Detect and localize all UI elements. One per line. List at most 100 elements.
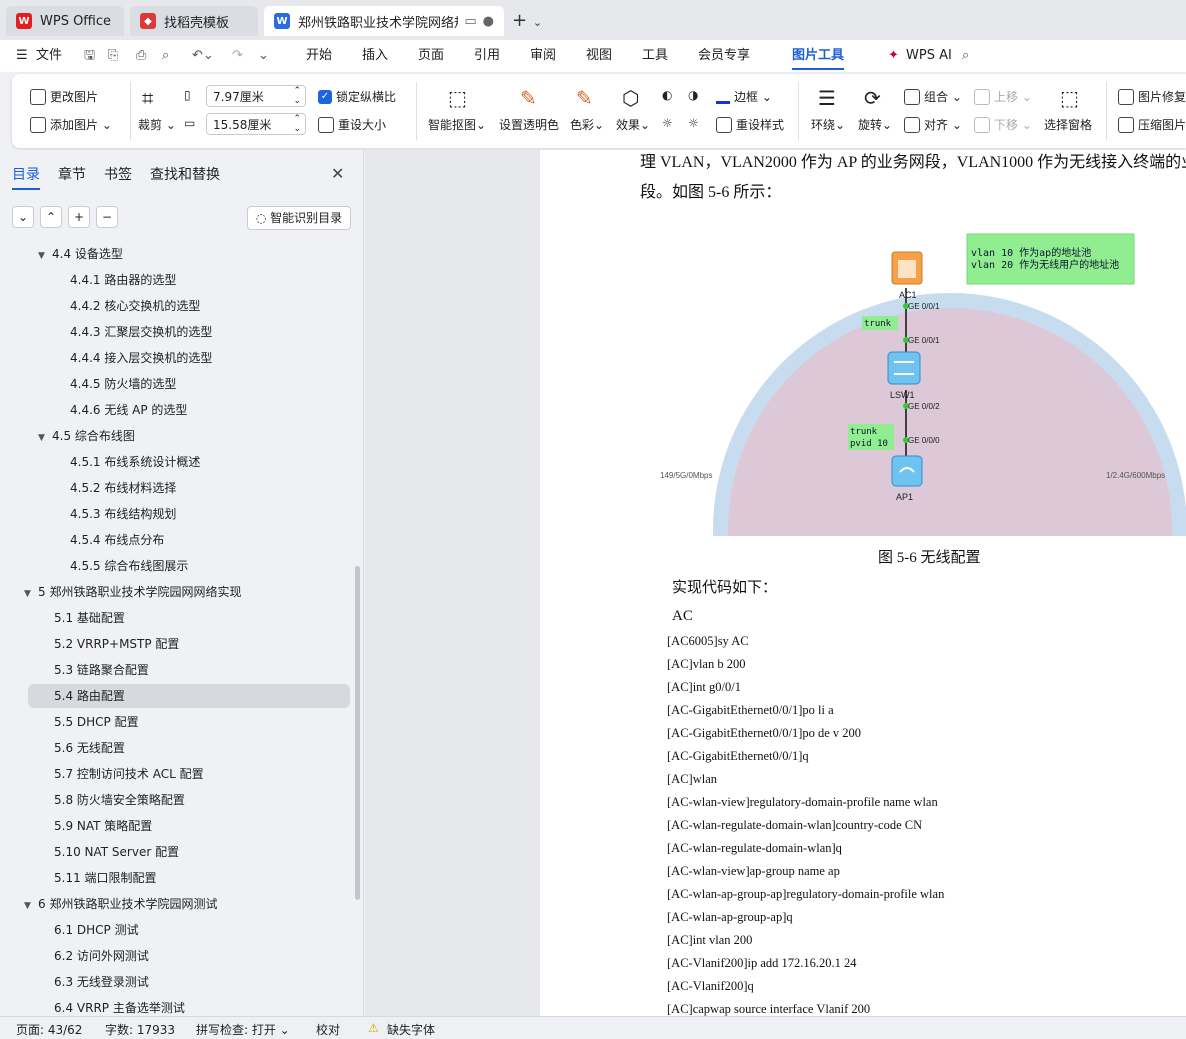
undo-icon[interactable]: ↶⌄ [192,40,214,72]
rotate-button[interactable]: 旋转 ⌄ [858,116,892,133]
change-picture-button[interactable]: 更改图片 [30,88,98,105]
toc-item[interactable]: 5.9 NAT 策略配置 [54,814,152,838]
save-icon[interactable]: 🖫 [84,40,95,72]
page-count[interactable]: 页面: 43/62 [16,1021,82,1038]
toc-item[interactable]: 5.11 端口限制配置 [54,866,157,890]
close-icon[interactable]: ✕ [331,164,344,183]
collapse-chevron-icon[interactable]: ⌄ [12,206,34,228]
menu-reference[interactable]: 引用 [474,40,500,72]
crop-icon[interactable]: ⌗ [142,86,153,110]
sharpen-icon[interactable]: ☼ [662,116,673,130]
toc-item[interactable]: ▼ 5 郑州铁路职业技术学院园网网络实现 [24,580,241,604]
wireless-topology-figure[interactable]: vlan 10 作为ap的地址池 vlan 20 作为无线用户的地址池 AC1 … [650,230,1186,536]
menu-home[interactable]: 开始 [306,40,332,72]
menu-review[interactable]: 审阅 [530,40,556,72]
height-stepper-icon[interactable]: ⌃ ⌄ [293,114,301,134]
reset-size-button[interactable]: 重设大小 [318,116,386,133]
toc-item[interactable]: 5.1 基础配置 [54,606,125,630]
toc-item[interactable]: 6.2 访问外网测试 [54,944,149,968]
redo-icon[interactable]: ↷ [232,40,243,72]
tab-bookmarks[interactable]: 书签 [104,164,132,190]
expand-chevron-icon[interactable]: ⌃ [40,206,62,228]
toc-item[interactable]: 4.4.4 接入层交换机的选型 [70,346,212,370]
toc-item[interactable]: 4.5.5 综合布线图展示 [70,554,188,578]
tab-chapters[interactable]: 章节 [58,164,86,190]
toc-scrollbar[interactable] [355,566,360,900]
tab-wps-office[interactable]: W WPS Office [6,6,124,36]
toc-item[interactable]: 6.4 VRRP 主备选举测试 [54,996,185,1016]
toc-item[interactable]: 5.4 路由配置 [28,684,350,708]
add-heading-icon[interactable]: + [68,206,90,228]
align-button[interactable]: 对齐 ⌄ [904,116,962,133]
menu-icon[interactable]: ☰ [16,40,28,72]
toc-item[interactable]: 5.8 防火墙安全策略配置 [54,788,185,812]
print-icon[interactable]: ⎙ [136,40,146,72]
effect-button[interactable]: 效果 ⌄ [616,116,650,133]
toc-item[interactable]: 4.5.4 布线点分布 [70,528,164,552]
width-field[interactable]: 7.97厘米 ⌃ ⌄ [206,85,306,107]
toc-item[interactable]: 5.2 VRRP+MSTP 配置 [54,632,179,656]
toc-item[interactable]: 4.4.2 核心交换机的选型 [70,294,200,318]
soften-icon[interactable]: ☼ [688,116,699,130]
more-chevron-icon[interactable]: ⌄ [258,40,269,72]
toc-item[interactable]: 4.4.1 路由器的选型 [70,268,176,292]
spell-check[interactable]: 拼写检查: 打开 ⌄ [196,1021,290,1038]
toc-item[interactable]: 4.5.1 布线系统设计概述 [70,450,200,474]
word-count[interactable]: 字数: 17933 [105,1021,175,1038]
lock-ratio-checkbox[interactable]: ✓ 锁定纵横比 [318,88,396,105]
menu-insert[interactable]: 插入 [362,40,388,72]
proofread[interactable]: 校对 [316,1021,340,1038]
move-up-button[interactable]: 上移 ⌄ [974,88,1032,105]
compress-button[interactable]: 压缩图片 [1118,116,1186,133]
search-icon[interactable]: ⌕ [962,40,969,72]
toc-item[interactable]: ▼ 4.4 设备选型 [38,242,123,266]
toc-item[interactable]: ▼ 6 郑州铁路职业技术学院园网测试 [24,892,217,916]
toc-item[interactable]: 5.7 控制访问技术 ACL 配置 [54,762,204,786]
tab-template[interactable]: ◆ 找稻壳模板 [130,6,258,36]
toc-item[interactable]: 5.5 DHCP 配置 [54,710,139,734]
toc-item[interactable]: 4.5.3 布线结构规划 [70,502,176,526]
brightness-icon[interactable]: ◐ [662,88,672,102]
expand-caret-icon[interactable]: ▼ [24,894,38,918]
menu-view[interactable]: 视图 [586,40,612,72]
crop-button[interactable]: 裁剪 ⌄ [138,116,176,133]
toc-item[interactable]: 5.3 链路聚合配置 [54,658,149,682]
color-button[interactable]: 色彩 ⌄ [570,116,604,133]
unsaved-dot-icon[interactable]: ● [483,14,494,29]
smart-cutout-button[interactable]: 智能抠图 ⌄ [428,116,486,133]
toc-item[interactable]: 6.1 DHCP 测试 [54,918,139,942]
select-pane-button[interactable]: 选择窗格 [1044,116,1092,133]
menu-picture-tools[interactable]: 图片工具 [792,40,845,72]
menu-page[interactable]: 页面 [418,40,444,72]
move-down-button[interactable]: 下移 ⌄ [974,116,1032,133]
tab-find-replace[interactable]: 查找和替换 [150,164,220,190]
height-field[interactable]: 15.58厘米 ⌃ ⌄ [206,113,306,135]
border-button[interactable]: 边框 ⌄ [716,88,772,105]
width-stepper-icon[interactable]: ⌃ ⌄ [293,86,301,106]
wrap-button[interactable]: 环绕 ⌄ [811,116,845,133]
expand-caret-icon[interactable]: ▼ [38,426,52,450]
contrast-icon[interactable]: ◑ [688,88,698,102]
add-picture-button[interactable]: 添加图片 ⌄ [30,116,112,133]
toc-item[interactable]: 5.6 无线配置 [54,736,125,760]
tab-document[interactable]: W 郑州铁路职业技术学院网络规划 ▭ ● [264,6,504,36]
toc-item[interactable]: ▼ 4.5 综合布线图 [38,424,135,448]
menu-member[interactable]: 会员专享 [698,40,750,72]
missing-font[interactable]: 缺失字体 [387,1021,435,1038]
tab-toc[interactable]: 目录 [12,164,40,190]
preview-icon[interactable]: ⌕ [162,40,169,72]
new-tab-button[interactable]: + ⌄ [512,10,542,31]
toc-item[interactable]: 4.4.5 防火墙的选型 [70,372,176,396]
toc-item[interactable]: 5.10 NAT Server 配置 [54,840,179,864]
picture-repair-button[interactable]: 图片修复 [1118,88,1186,105]
reset-style-button[interactable]: 重设样式 [716,116,784,133]
group-button[interactable]: 组合 ⌄ [904,88,962,105]
toc-item[interactable]: 4.4.3 汇聚层交换机的选型 [70,320,212,344]
menu-tools[interactable]: 工具 [642,40,668,72]
share-icon[interactable]: ⎘ [108,40,118,72]
toc-item[interactable]: 4.5.2 布线材料选择 [70,476,176,500]
toc-item[interactable]: 4.4.6 无线 AP 的选型 [70,398,187,422]
remove-heading-icon[interactable]: − [96,206,118,228]
expand-caret-icon[interactable]: ▼ [24,582,38,606]
expand-caret-icon[interactable]: ▼ [38,244,52,268]
